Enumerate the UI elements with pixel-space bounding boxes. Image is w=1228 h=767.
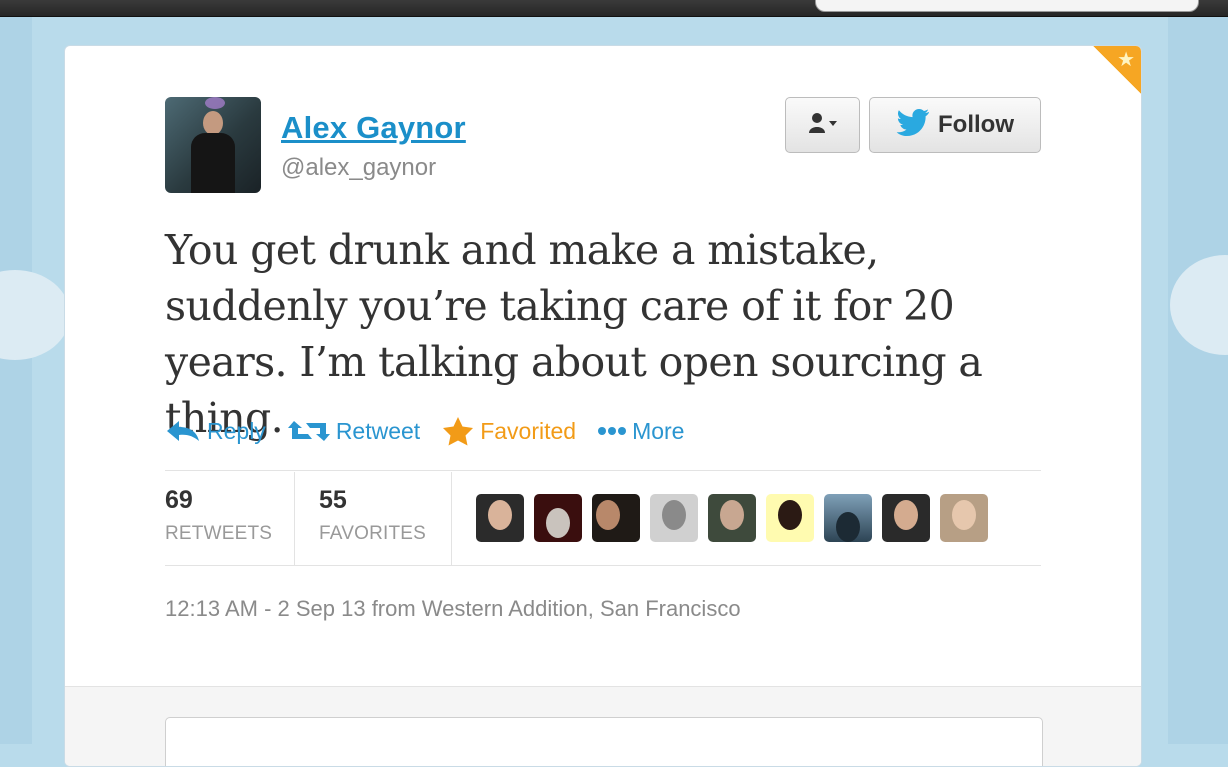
more-action[interactable]: More xyxy=(598,418,684,445)
retweet-label: Retweet xyxy=(335,417,421,444)
person-icon xyxy=(808,112,838,139)
favoriter-avatar[interactable] xyxy=(534,494,582,542)
tweet-timestamp[interactable]: 12:13 AM - 2 Sep 13 from Western Additio… xyxy=(165,596,741,622)
reply-icon xyxy=(165,419,201,443)
top-navigation-bar xyxy=(0,0,1228,17)
favoriter-avatar[interactable] xyxy=(476,494,524,542)
follow-button-label: Follow xyxy=(938,111,1014,138)
divider xyxy=(165,470,1041,471)
author-handle: @alex_gaynor xyxy=(281,154,437,181)
background-right xyxy=(1168,17,1228,744)
star-icon xyxy=(442,416,474,446)
reply-action[interactable]: Reply xyxy=(165,418,266,445)
divider xyxy=(451,472,452,565)
tweet-text: You get drunk and make a mistake, sudden… xyxy=(165,226,983,442)
divider xyxy=(165,565,1041,566)
favorites-label: FAVORITES xyxy=(319,523,427,544)
tweet-card: ★ Alex Gaynor @alex_gaynor Follow You ge… xyxy=(64,45,1142,767)
favoriter-avatar[interactable] xyxy=(824,494,872,542)
retweet-icon xyxy=(287,419,330,443)
favoriter-avatars xyxy=(476,494,988,542)
tweet-actions: Reply Retweet Favorited More xyxy=(165,416,706,446)
retweets-label: RETWEETS xyxy=(165,523,273,544)
reply-section xyxy=(65,686,1141,766)
search-input[interactable] xyxy=(815,0,1199,12)
reply-label: Reply xyxy=(207,417,266,444)
retweet-action[interactable]: Retweet xyxy=(287,417,421,445)
more-dots-icon xyxy=(598,425,627,437)
favoriter-avatar[interactable] xyxy=(650,494,698,542)
favorite-corner-badge: ★ xyxy=(1093,46,1141,94)
favoriter-avatar[interactable] xyxy=(592,494,640,542)
more-label: More xyxy=(632,417,685,444)
favoriter-avatar[interactable] xyxy=(766,494,814,542)
favorited-label: Favorited xyxy=(480,417,577,444)
retweets-count: 69 xyxy=(165,486,193,514)
divider xyxy=(294,472,295,565)
favorites-stat[interactable]: 55 FAVORITES xyxy=(319,486,426,545)
follow-button[interactable]: Follow xyxy=(869,97,1041,153)
background-cloud xyxy=(0,270,70,360)
star-icon: ★ xyxy=(1117,49,1135,71)
favorites-count: 55 xyxy=(319,486,347,514)
retweets-stat[interactable]: 69 RETWEETS xyxy=(165,486,272,545)
user-actions-button[interactable] xyxy=(785,97,860,153)
favoriter-avatar[interactable] xyxy=(940,494,988,542)
background-left xyxy=(0,17,32,744)
favoriter-avatar[interactable] xyxy=(708,494,756,542)
favoriter-avatar[interactable] xyxy=(882,494,930,542)
avatar[interactable] xyxy=(165,97,261,193)
favorite-action[interactable]: Favorited xyxy=(442,416,576,446)
twitter-bird-icon xyxy=(896,108,930,143)
author-name-link[interactable]: Alex Gaynor xyxy=(281,110,466,146)
reply-input[interactable] xyxy=(165,717,1043,766)
